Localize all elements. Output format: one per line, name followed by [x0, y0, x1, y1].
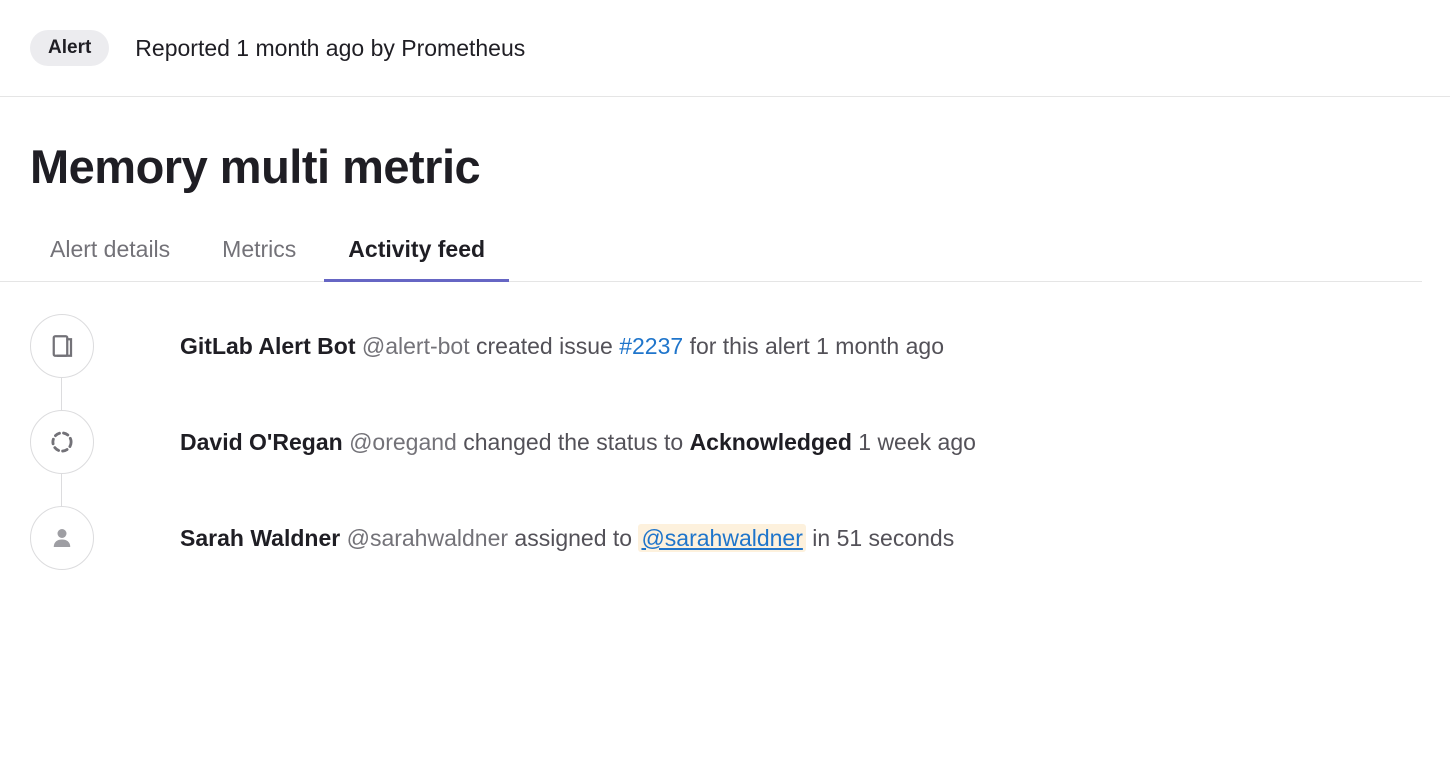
- author-name[interactable]: GitLab Alert Bot: [180, 333, 355, 359]
- user-mention[interactable]: @sarahwaldner: [638, 524, 805, 552]
- status-value: Acknowledged: [690, 429, 852, 455]
- tab-activity-feed[interactable]: Activity feed: [348, 220, 485, 281]
- action-text: created issue: [476, 333, 613, 359]
- author-handle[interactable]: @alert-bot: [362, 333, 470, 359]
- activity-text: Sarah Waldner @sarahwaldner assigned to …: [180, 522, 954, 554]
- time-text: 1 month ago: [816, 333, 944, 359]
- time-text: in 51 seconds: [812, 525, 954, 551]
- action-text: changed the status to: [463, 429, 683, 455]
- user-icon: [30, 506, 94, 570]
- author-handle[interactable]: @sarahwaldner: [347, 525, 508, 551]
- author-handle[interactable]: @oregand: [349, 429, 457, 455]
- status-icon: [30, 410, 94, 474]
- time-text: 1 week ago: [858, 429, 976, 455]
- alert-header: Alert Reported 1 month ago by Prometheus: [0, 0, 1450, 97]
- alert-title: Memory multi metric: [0, 97, 1450, 220]
- activity-item: Sarah Waldner @sarahwaldner assigned to …: [30, 514, 1420, 562]
- tab-metrics[interactable]: Metrics: [222, 220, 296, 281]
- alert-page: Alert Reported 1 month ago by Prometheus…: [0, 0, 1450, 592]
- issue-icon: [30, 314, 94, 378]
- activity-item: GitLab Alert Bot @alert-bot created issu…: [30, 322, 1420, 370]
- activity-text: David O'Regan @oregand changed the statu…: [180, 426, 976, 458]
- action-text: assigned to: [514, 525, 632, 551]
- author-name[interactable]: David O'Regan: [180, 429, 343, 455]
- issue-link[interactable]: #2237: [619, 333, 683, 359]
- tab-alert-details[interactable]: Alert details: [50, 220, 170, 281]
- author-name[interactable]: Sarah Waldner: [180, 525, 340, 551]
- alert-badge: Alert: [30, 30, 109, 66]
- action-text: for this alert: [690, 333, 810, 359]
- tabs: Alert details Metrics Activity feed: [0, 220, 1422, 282]
- activity-text: GitLab Alert Bot @alert-bot created issu…: [180, 330, 944, 362]
- activity-feed: GitLab Alert Bot @alert-bot created issu…: [0, 282, 1450, 592]
- reported-text: Reported 1 month ago by Prometheus: [135, 35, 525, 62]
- activity-item: David O'Regan @oregand changed the statu…: [30, 418, 1420, 466]
